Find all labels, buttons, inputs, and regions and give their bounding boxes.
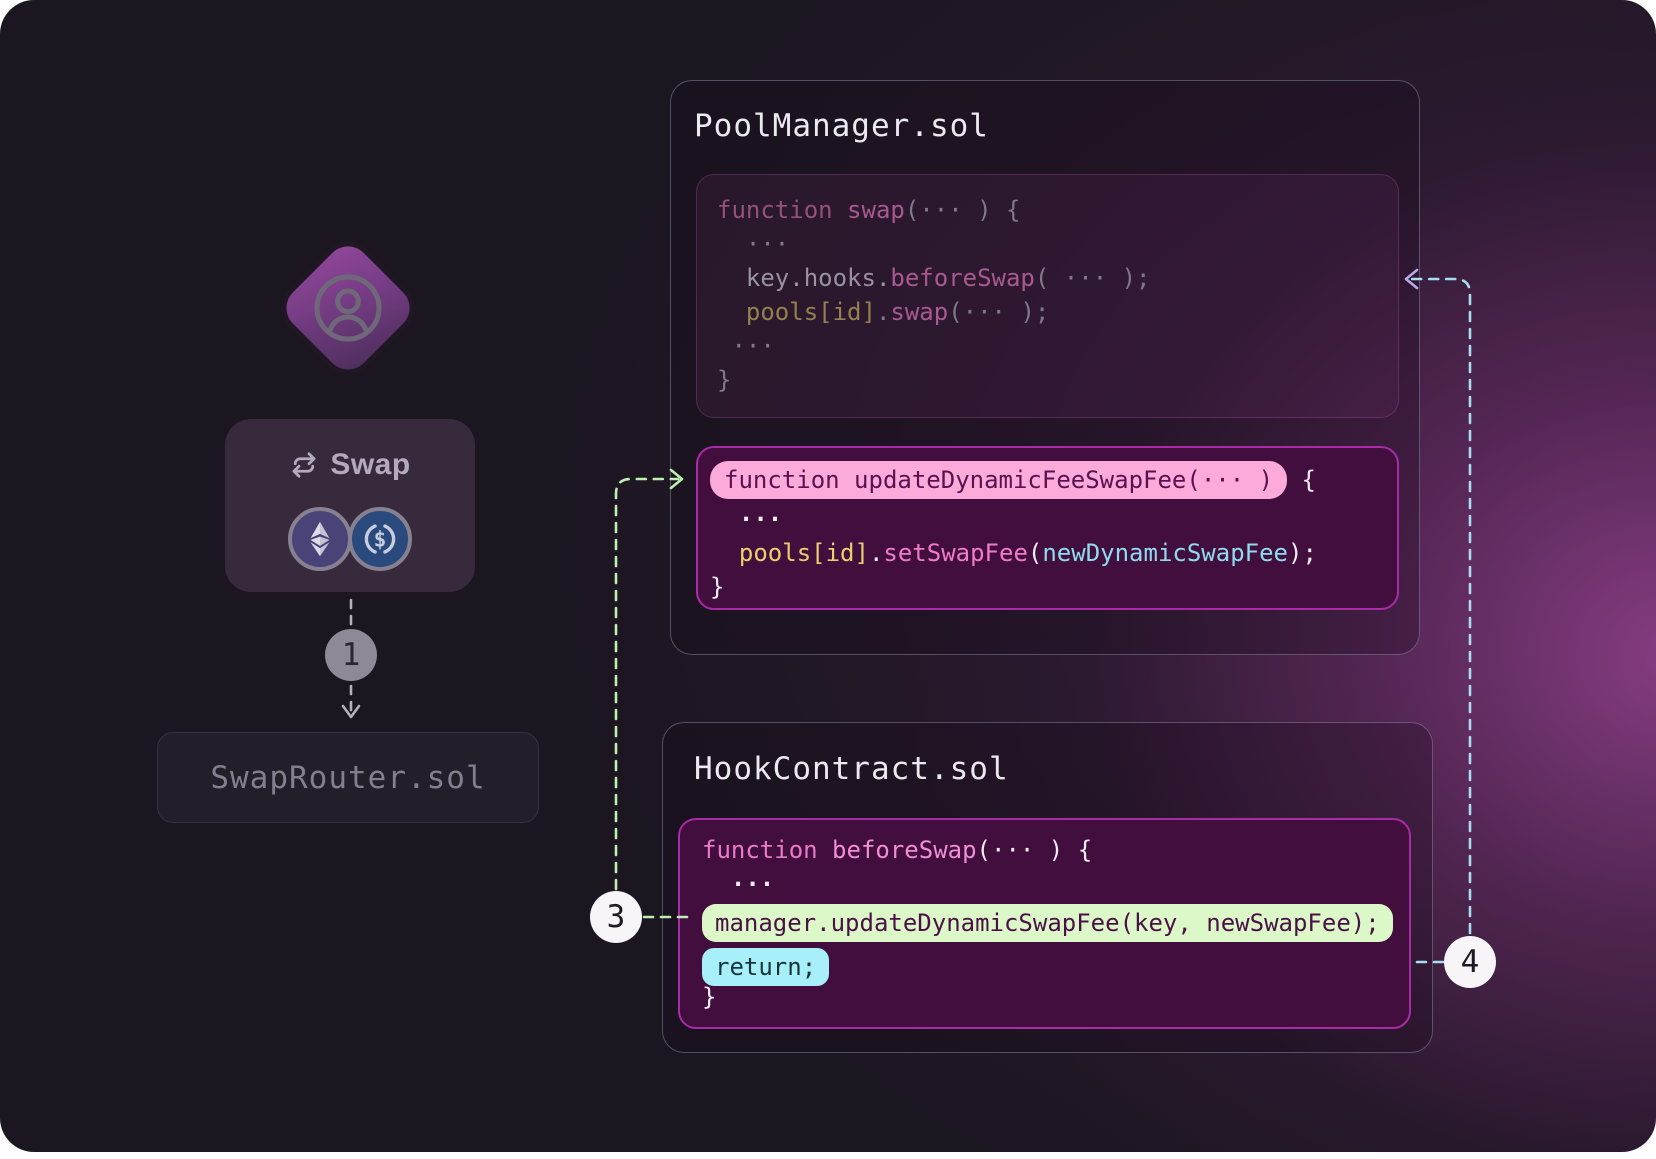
- swap-router-box: SwapRouter.sol: [157, 732, 539, 823]
- usdc-icon: $: [348, 507, 412, 571]
- step-badge-1: 1: [325, 629, 377, 681]
- hook-beforeswap-block: function beforeSwap(··· ) { ···manager.u…: [678, 818, 1411, 1029]
- swap-icon: [289, 450, 319, 480]
- hook-contract-panel: HookContract.sol function beforeSwap(···…: [662, 722, 1433, 1053]
- pool-manager-panel: PoolManager.sol function swap(··· ) { ··…: [670, 80, 1420, 655]
- router-label: SwapRouter.sol: [210, 760, 485, 796]
- pool-update-function-block: function updateDynamicFeeSwapFee(··· ) {…: [696, 446, 1399, 610]
- eth-icon: [288, 507, 352, 571]
- diagram-canvas: Swap $ 1: [0, 0, 1656, 1152]
- arrow-down-icon: [343, 706, 359, 717]
- svg-text:$: $: [374, 527, 387, 551]
- swap-card: Swap $: [225, 419, 475, 592]
- step-badge-3: 3: [590, 891, 642, 943]
- pool-manager-title: PoolManager.sol: [694, 108, 989, 144]
- user-icon: [308, 268, 388, 348]
- actor-diamond: [277, 237, 418, 378]
- coin-pair: $: [225, 507, 475, 571]
- swap-label: Swap: [330, 448, 410, 482]
- pool-swap-function-block: function swap(··· ) { ··· key.hooks.befo…: [696, 174, 1399, 418]
- swap-title-row: Swap: [225, 448, 475, 482]
- hook-contract-title: HookContract.sol: [694, 751, 1009, 787]
- step-badge-4: 4: [1444, 936, 1496, 988]
